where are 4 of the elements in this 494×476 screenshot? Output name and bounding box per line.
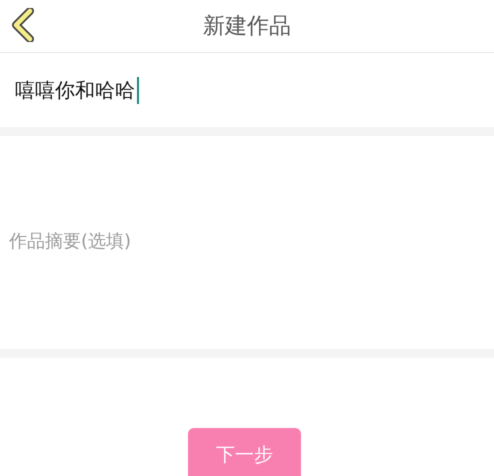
back-icon[interactable] — [10, 8, 34, 42]
page-title: 新建作品 — [203, 13, 291, 41]
summary-input-field[interactable]: 作品摘要(选填) — [0, 228, 494, 256]
title-input-field[interactable]: 嘻嘻你和哈哈 — [0, 53, 494, 127]
